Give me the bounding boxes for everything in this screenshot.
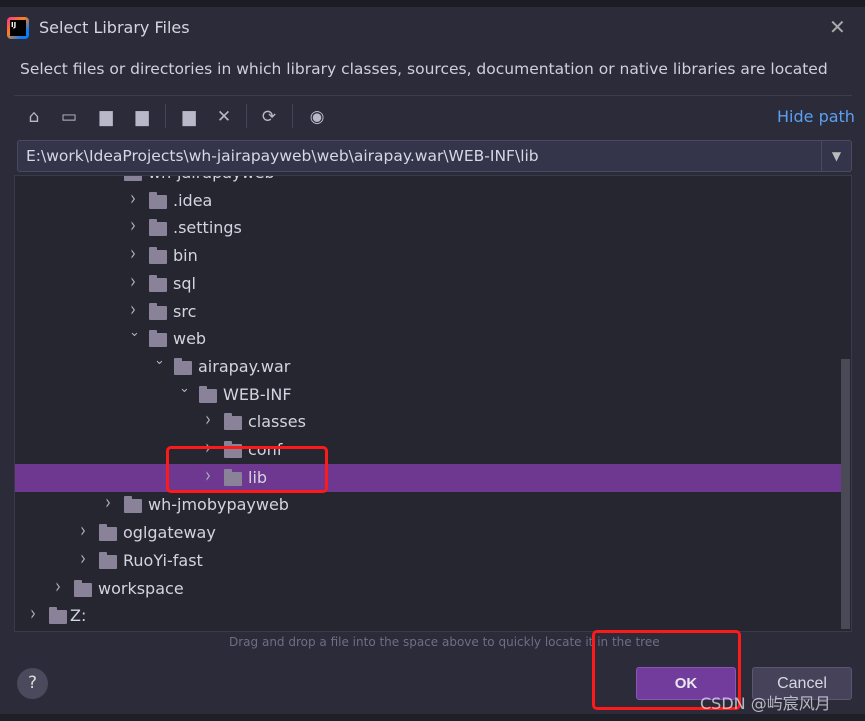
close-icon[interactable]: ✕ [829, 15, 846, 39]
tree-scrollbar[interactable] [841, 359, 850, 629]
chevron-right-icon[interactable]: › [30, 601, 36, 625]
folder-icon [149, 330, 167, 348]
folder-icon [149, 247, 167, 265]
home-icon[interactable]: ⌂ [23, 106, 45, 128]
toolbar-separator [292, 104, 293, 128]
chevron-right-icon[interactable]: › [55, 574, 61, 598]
chevron-right-icon[interactable]: › [105, 490, 111, 514]
tree-item-label: conf [248, 440, 283, 459]
tree-item-label: bin [173, 246, 198, 266]
tree-item-label: classes [248, 412, 306, 432]
folder-icon [149, 219, 167, 237]
folder-icon [149, 274, 167, 292]
tree-item-label: wh-jairapayweb [148, 176, 275, 182]
show-hidden-icon[interactable]: ◉ [306, 106, 328, 128]
chevron-right-icon[interactable]: › [130, 186, 136, 210]
tree-item-label: .settings [173, 218, 242, 238]
refresh-icon[interactable]: ⟳ [258, 106, 280, 128]
tree-item[interactable]: › workspace [15, 574, 843, 603]
intellij-logo-icon: IJ [7, 17, 29, 39]
chevron-right-icon[interactable]: › [130, 213, 136, 237]
dialog-title: Select Library Files [39, 18, 190, 37]
tree-item[interactable]: › conf [15, 435, 843, 464]
tree-item-label: web [173, 329, 207, 349]
tree-item[interactable]: › sql [15, 269, 843, 298]
chevron-down-icon[interactable]: ⌄ [129, 325, 140, 340]
tree-item[interactable]: ⌄ web [15, 325, 843, 353]
divider [14, 95, 852, 96]
tree-item[interactable]: ⌄ WEB-INF [15, 381, 843, 409]
window-top-edge [0, 0, 865, 7]
tree-item-label: RuoYi-fast [123, 550, 203, 570]
folder-icon [224, 413, 242, 431]
folder-icon [149, 302, 167, 320]
chevron-down-icon[interactable]: ⌄ [179, 381, 190, 396]
chevron-right-icon[interactable]: › [130, 241, 136, 265]
file-tree[interactable]: › Z: › workspace › RuoYi-fast › oglgateway › wh-j… [14, 175, 852, 632]
chevron-down-icon[interactable]: ▼ [821, 141, 851, 171]
chevron-down-icon[interactable]: ⌄ [154, 353, 165, 368]
folder-icon [199, 385, 217, 403]
chevron-right-icon[interactable]: › [80, 546, 86, 570]
tree-item-label: WEB-INF [223, 384, 292, 404]
new-folder-icon[interactable]: ▆ [178, 106, 200, 128]
chevron-right-icon[interactable]: › [130, 297, 136, 321]
dialog-description: Select files or directories in which lib… [20, 60, 828, 78]
delete-icon[interactable]: ✕ [213, 106, 235, 128]
folder-icon [124, 496, 142, 514]
folder-icon [124, 176, 142, 181]
tree-item[interactable]: › Z: [15, 601, 843, 630]
watermark: CSDN @屿宸风月 [700, 694, 831, 713]
tree-item[interactable]: › .idea [15, 186, 843, 215]
tree-item-label: oglgateway [123, 523, 216, 543]
toolbar-separator [165, 104, 166, 128]
tree-item-label: .idea [173, 190, 213, 210]
tree-item-label: src [173, 301, 197, 321]
folder-icon [99, 551, 117, 569]
folder-icon [224, 468, 242, 486]
tree-item[interactable]: › lib [15, 463, 843, 492]
path-combobox[interactable]: ▼ [17, 140, 852, 172]
desktop-icon[interactable]: ▭ [58, 106, 80, 128]
tree-item[interactable]: › oglgateway [15, 518, 843, 547]
tree-item[interactable]: › RuoYi-fast [15, 546, 843, 575]
drive-icon [49, 607, 67, 625]
path-input[interactable] [18, 141, 820, 171]
tree-item-label: sql [173, 273, 196, 293]
drag-drop-hint: Drag and drop a file into the space abov… [229, 635, 660, 649]
tree-item[interactable]: › bin [15, 241, 843, 270]
module-folder-icon[interactable]: ▆ [131, 106, 153, 128]
chevron-right-icon[interactable]: › [205, 407, 211, 431]
tree-item-label: lib [248, 467, 268, 487]
tree-item[interactable]: ⌄wh-jairapayweb [15, 176, 843, 187]
tree-item[interactable]: ⌄ airapay.war [15, 353, 843, 381]
help-button[interactable]: ? [17, 668, 48, 699]
folder-icon [149, 191, 167, 209]
toolbar-separator [246, 104, 247, 128]
hide-path-link[interactable]: Hide path [777, 107, 855, 126]
tree-item-label: wh-jmobypayweb [148, 495, 289, 515]
folder-icon [174, 357, 192, 375]
tree-item[interactable]: › .settings [15, 213, 843, 242]
tree-item-label: workspace [98, 578, 184, 598]
folder-icon [74, 579, 92, 597]
tree-item-label: airapay.war [198, 356, 291, 376]
chevron-right-icon[interactable]: › [80, 518, 86, 542]
tree-item[interactable]: › classes [15, 407, 843, 436]
project-folder-icon[interactable]: ▆ [95, 106, 117, 128]
folder-icon [224, 441, 242, 458]
chevron-right-icon[interactable]: › [205, 463, 211, 487]
folder-icon [99, 524, 117, 542]
window-bottom-edge [0, 714, 865, 721]
tree-item[interactable]: › wh-jmobypayweb [15, 490, 843, 519]
tree-item[interactable]: › src [15, 297, 843, 326]
chevron-right-icon[interactable]: › [130, 269, 136, 293]
chevron-right-icon[interactable]: › [205, 435, 211, 459]
tree-item-label: Z: [70, 606, 87, 626]
